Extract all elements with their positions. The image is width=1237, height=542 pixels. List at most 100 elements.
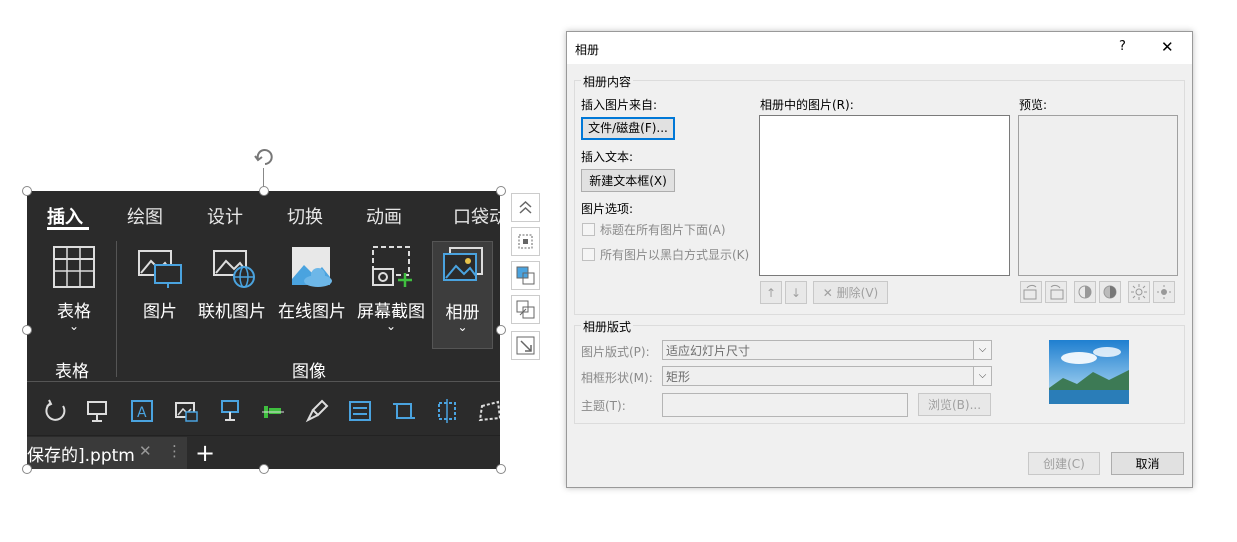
group-label-table: 表格 [55,362,89,382]
new-textbox-button[interactable]: 新建文本框(X) [581,169,675,192]
album-content-heading: 相册内容 [581,73,634,90]
cloud-picture-icon [292,247,332,287]
toolbar-divider [27,435,500,436]
layout-options-icon [518,234,533,249]
screenshot-button[interactable]: 屏幕截图 ⌄ [354,241,428,341]
dialog-title: 相册 [575,43,600,57]
crop-icon[interactable] [391,398,417,424]
pictures-button[interactable]: 图片 [137,241,183,341]
picture-layout-value: 适应幻灯片尺寸 [666,344,751,358]
increase-contrast-button[interactable] [1074,281,1096,303]
bring-forward-button[interactable] [511,261,540,290]
web-pictures-button[interactable]: 在线图片 [275,241,349,341]
expand-icon [516,336,535,355]
frame-icon[interactable] [347,398,373,424]
tab-animations[interactable]: 动画 [366,203,402,229]
album-layout-heading: 相册版式 [581,318,634,335]
arrow-up-icon: ↑ [765,286,777,300]
redo-icon[interactable] [43,398,69,424]
resize-handle[interactable] [496,325,506,335]
tab-pocket-animation[interactable]: 口袋动 [453,203,500,229]
resize-handle[interactable] [496,464,506,474]
new-tab-button[interactable]: + [195,439,215,467]
preview-box [1018,115,1178,276]
resize-handle[interactable] [22,325,32,335]
send-backward-icon [516,300,535,319]
bring-forward-icon [516,266,535,285]
rotate-left-icon [1023,284,1037,300]
send-backward-button[interactable] [511,295,540,324]
close-icon[interactable]: ✕ [139,442,152,460]
ribbon-divider [27,381,500,382]
move-up-button[interactable]: ↑ [760,281,782,304]
text-box-icon[interactable]: A [129,398,155,424]
chevron-down-icon: ⌄ [68,319,80,333]
resize-handle[interactable] [22,186,32,196]
picture-layout-select[interactable]: 适应幻灯片尺寸 ⌵ [662,340,992,360]
table-button[interactable]: 表格 ⌄ [49,241,99,341]
photo-album-button[interactable]: 相册 ⌄ [432,241,493,349]
picture-options-label: 图片选项: [581,202,634,216]
delete-icon: ✕ [822,286,833,300]
contrast-down-icon [1103,285,1117,299]
select-icon[interactable] [434,398,460,424]
document-tab[interactable]: 保存的].pptm ✕ ⋮ [27,437,187,469]
brightness-down-icon [1157,285,1171,299]
decrease-contrast-button[interactable] [1099,281,1121,303]
tab-draw[interactable]: 绘图 [127,203,163,229]
resize-handle[interactable] [259,464,269,474]
expand-button[interactable] [511,331,540,360]
decrease-brightness-button[interactable] [1153,281,1175,303]
chevron-down-icon: ⌄ [385,319,397,333]
more-icon[interactable]: ⋮ [167,442,182,460]
move-down-button[interactable]: ↓ [785,281,807,304]
slide-icon[interactable] [217,398,243,424]
format-painter-icon[interactable] [304,398,330,424]
shape-icon[interactable] [477,398,500,424]
tab-design[interactable]: 设计 [207,203,243,229]
resize-handle[interactable] [259,186,269,196]
insert-from-label: 插入图片来自: [581,98,658,112]
frame-shape-select[interactable]: 矩形 ⌵ [662,366,992,386]
ribbon-screenshot: 插入 绘图 设计 切换 动画 口袋动 表格 ⌄ 表格 图片 联机图片 在线图片 … [27,191,500,469]
theme-input[interactable] [662,393,908,417]
online-pictures-button-label: 联机图片 [198,302,266,322]
pictures-in-album-list[interactable] [759,115,1010,276]
rotate-handle-stem [263,168,264,188]
collapse-button[interactable] [511,193,540,222]
picture-layout-label: 图片版式(P): [581,345,650,359]
align-icon[interactable] [260,398,286,424]
pictures-button-label: 图片 [143,302,177,322]
svg-text:A: A [137,405,147,421]
black-white-checkbox-label: 所有图片以黑白方式显示(K) [600,248,750,262]
rotate-handle-icon[interactable] [252,145,276,169]
dialog-titlebar: 相册 ? ✕ [567,32,1192,64]
rotate-right-button[interactable] [1045,281,1067,303]
delete-button-label: 删除(V) [836,286,879,300]
presentation-icon[interactable] [84,398,110,424]
online-pictures-button[interactable]: 联机图片 [195,241,269,341]
table-icon [53,246,95,288]
rotate-left-button[interactable] [1020,281,1042,303]
cancel-button[interactable]: 取消 [1111,452,1184,475]
web-pictures-button-label: 在线图片 [278,302,346,322]
picture-layout-icon[interactable] [173,398,199,424]
increase-brightness-button[interactable] [1128,281,1150,303]
resize-handle[interactable] [22,464,32,474]
close-icon[interactable]: ✕ [1161,38,1174,56]
tab-transitions[interactable]: 切换 [287,203,323,229]
resize-handle[interactable] [496,186,506,196]
file-disk-button[interactable]: 文件/磁盘(F)... [581,117,675,140]
tab-insert[interactable]: 插入 [47,203,83,229]
photo-album-icon [442,247,483,281]
black-white-checkbox[interactable] [582,248,595,261]
browse-button[interactable]: 浏览(B)... [918,393,991,416]
arrow-down-icon: ↓ [790,286,802,300]
delete-button[interactable]: ✕ 删除(V) [813,281,888,304]
help-button[interactable]: ? [1119,39,1126,54]
insert-text-label: 插入文本: [581,150,634,164]
captions-checkbox[interactable] [582,223,595,236]
create-button[interactable]: 创建(C) [1028,452,1100,475]
layout-options-button[interactable] [511,227,540,256]
document-tab-title: 保存的].pptm [27,446,135,466]
